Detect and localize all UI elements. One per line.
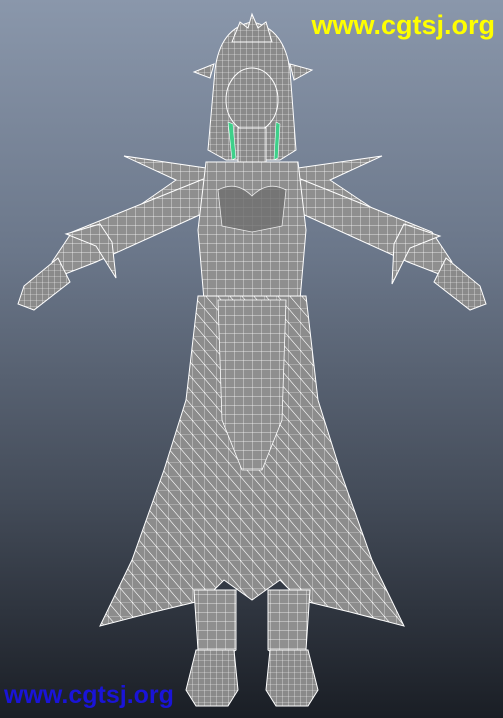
arm-left	[51, 177, 207, 277]
hood-horn-right	[289, 63, 314, 81]
hand-right	[433, 257, 487, 311]
watermark-top: www.cgtsj.org	[311, 10, 495, 40]
foot-left	[185, 649, 239, 707]
arm-right	[297, 177, 453, 277]
foot-right	[265, 649, 319, 707]
hood-horn-left	[192, 63, 215, 79]
neck	[237, 127, 267, 165]
hand-left	[17, 257, 71, 311]
3d-viewport[interactable]: www.cgtsj.org www.cgtsj.org	[0, 0, 503, 718]
character-wireframe-model	[17, 12, 487, 707]
watermark-bottom: www.cgtsj.org	[4, 681, 174, 709]
crown	[231, 12, 273, 43]
face	[225, 67, 279, 133]
